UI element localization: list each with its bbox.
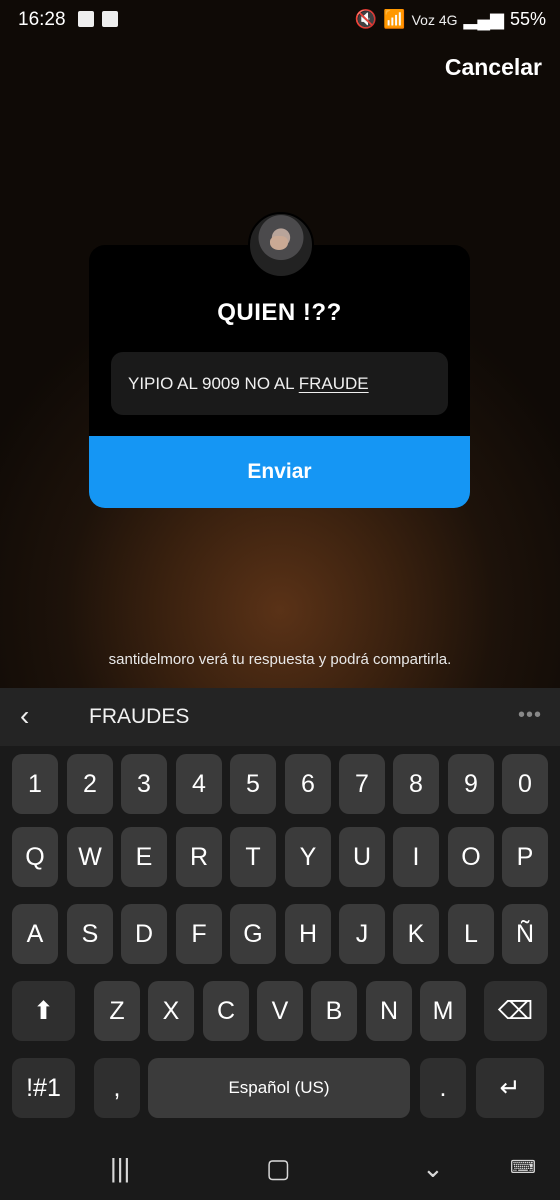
key-v[interactable]: V xyxy=(257,981,303,1041)
wifi-icon: 📶 xyxy=(383,9,406,29)
key-t[interactable]: T xyxy=(230,827,276,887)
battery-text: 55% xyxy=(509,9,546,29)
symbols-key[interactable]: !#1 xyxy=(12,1058,75,1118)
key-e[interactable]: E xyxy=(121,827,167,887)
shift-key[interactable]: ⬆ xyxy=(12,981,75,1041)
key-x[interactable]: X xyxy=(148,981,194,1041)
suggestion-bar: ‹ FRAUDES ••• xyxy=(0,688,560,746)
more-icon[interactable]: ••• xyxy=(518,704,542,727)
gallery-icon xyxy=(78,11,94,27)
key-q[interactable]: Q xyxy=(12,827,58,887)
key-4[interactable]: 4 xyxy=(176,754,222,814)
answer-text: YIPIO AL 9009 NO AL FRAUDE xyxy=(128,374,369,394)
cancel-button[interactable]: Cancelar xyxy=(445,54,542,81)
key-p[interactable]: P xyxy=(502,827,548,887)
key-r[interactable]: R xyxy=(176,827,222,887)
backspace-key[interactable]: ⌫ xyxy=(484,981,547,1041)
reply-notice: santidelmoro verá tu respuesta y podrá c… xyxy=(108,651,452,668)
key-h[interactable]: H xyxy=(285,904,331,964)
home-icon[interactable]: ▢ xyxy=(266,1153,291,1184)
key-n[interactable]: N xyxy=(366,981,412,1041)
shift-icon: ⬆ xyxy=(33,997,54,1025)
status-time: 16:28 xyxy=(18,9,66,30)
key-3[interactable]: 3 xyxy=(121,754,167,814)
mute-icon: 🔇 xyxy=(354,9,378,29)
keyboard-hide-icon[interactable]: ⌄ xyxy=(422,1153,444,1184)
key-a[interactable]: A xyxy=(12,904,58,964)
key-k[interactable]: K xyxy=(393,904,439,964)
send-button[interactable]: Enviar xyxy=(89,436,470,508)
key-f[interactable]: F xyxy=(176,904,222,964)
key-o[interactable]: O xyxy=(448,827,494,887)
key-u[interactable]: U xyxy=(339,827,385,887)
key-c[interactable]: C xyxy=(203,981,249,1041)
key-6[interactable]: 6 xyxy=(285,754,331,814)
key-1[interactable]: 1 xyxy=(12,754,58,814)
period-key[interactable]: . xyxy=(420,1058,466,1118)
answer-field[interactable]: YIPIO AL 9009 NO AL FRAUDE xyxy=(111,352,448,415)
key-g[interactable]: G xyxy=(230,904,276,964)
key-enie[interactable]: Ñ xyxy=(502,904,548,964)
key-2[interactable]: 2 xyxy=(67,754,113,814)
keyboard-icon[interactable]: ⌨ xyxy=(510,1157,536,1178)
key-j[interactable]: J xyxy=(339,904,385,964)
key-l[interactable]: L xyxy=(448,904,494,964)
question-title: QUIEN !?? xyxy=(217,299,342,326)
key-8[interactable]: 8 xyxy=(393,754,439,814)
enter-icon: ↵ xyxy=(499,1074,521,1102)
answer-underlined-word: FRAUDE xyxy=(298,373,369,393)
key-b[interactable]: B xyxy=(311,981,357,1041)
key-5[interactable]: 5 xyxy=(230,754,276,814)
avatar-detail xyxy=(270,236,288,250)
key-0[interactable]: 0 xyxy=(502,754,548,814)
status-right: 🔇 📶 Voz 4G ▂▄▆ 55% xyxy=(355,9,546,30)
key-s[interactable]: S xyxy=(67,904,113,964)
key-y[interactable]: Y xyxy=(285,827,331,887)
key-m[interactable]: M xyxy=(420,981,466,1041)
space-key[interactable]: Español (US) xyxy=(148,1058,410,1118)
navigation-bar: ||| ▢ ⌄ ⌨ xyxy=(0,1133,560,1200)
suggestion-word[interactable]: FRAUDES xyxy=(89,705,189,729)
key-w[interactable]: W xyxy=(67,827,113,887)
key-7[interactable]: 7 xyxy=(339,754,385,814)
key-z[interactable]: Z xyxy=(94,981,140,1041)
enter-key[interactable]: ↵ xyxy=(476,1058,544,1118)
question-card: QUIEN !?? YIPIO AL 9009 NO AL FRAUDE Env… xyxy=(89,245,470,508)
key-d[interactable]: D xyxy=(121,904,167,964)
key-i[interactable]: I xyxy=(393,827,439,887)
signal-icon: ▂▄▆ xyxy=(463,9,504,29)
key-9[interactable]: 9 xyxy=(448,754,494,814)
recent-apps-icon[interactable]: ||| xyxy=(110,1153,130,1184)
comma-key[interactable]: , xyxy=(94,1058,140,1118)
chevron-left-icon[interactable]: ‹ xyxy=(20,702,29,730)
volte-badge: Voz 4G xyxy=(411,11,458,28)
status-bar: 16:28 🔇 📶 Voz 4G ▂▄▆ 55% xyxy=(0,0,560,40)
answer-prefix: YIPIO AL 9009 NO AL xyxy=(128,373,299,393)
check-icon xyxy=(102,11,118,27)
backspace-icon: ⌫ xyxy=(497,997,534,1025)
